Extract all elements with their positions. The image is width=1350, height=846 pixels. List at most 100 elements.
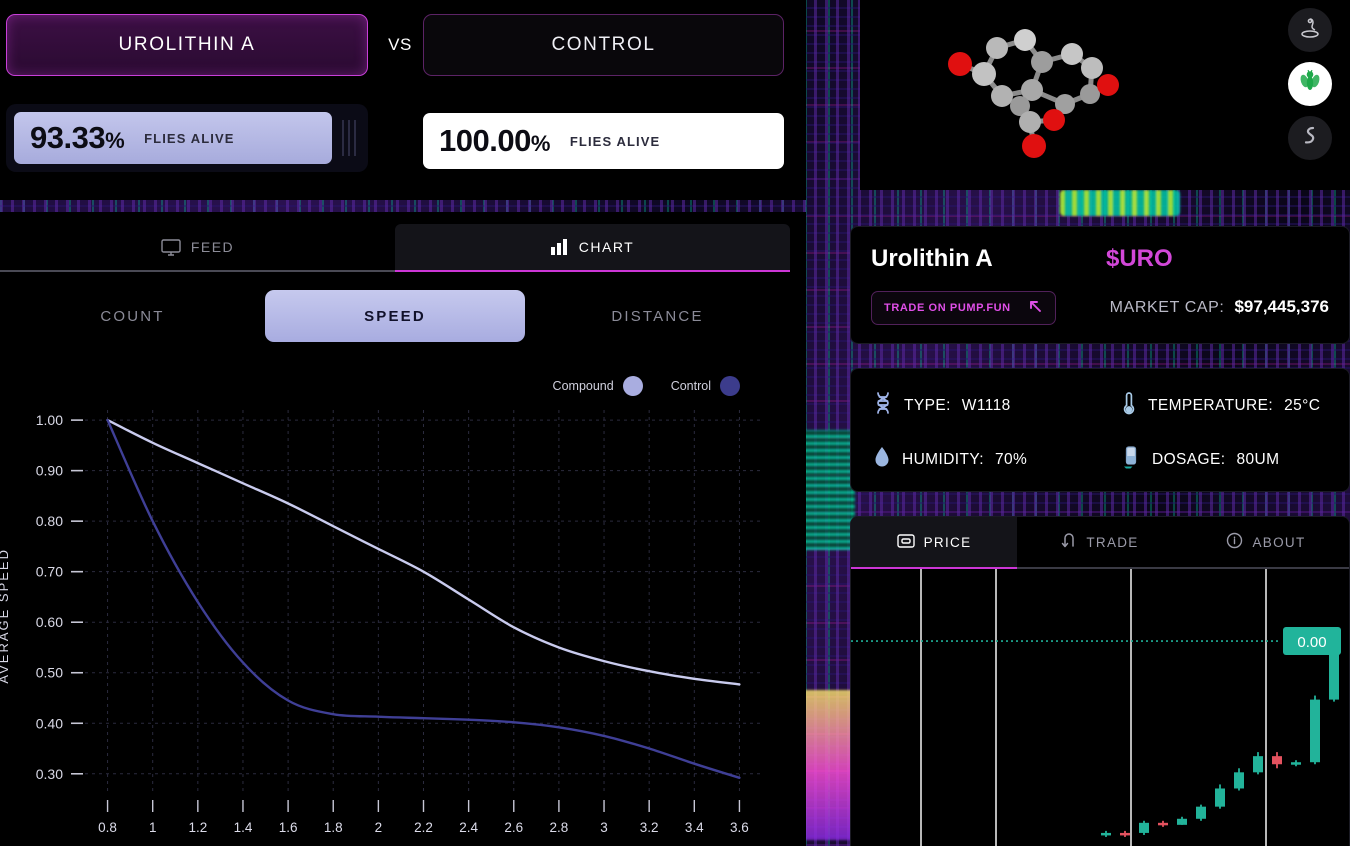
control-survival-card: 100.00% FLIES ALIVE (423, 104, 784, 172)
water-drop-icon (873, 445, 891, 474)
svg-text:2.4: 2.4 (459, 820, 478, 835)
control-survival-caption: FLIES ALIVE (570, 134, 660, 149)
urolithin-a-molecule-3d (922, 10, 1182, 180)
svg-text:2.2: 2.2 (414, 820, 433, 835)
market-cap-value: $97,445,376 (1234, 297, 1329, 317)
species-mouse-button[interactable] (1288, 8, 1332, 52)
line-chart-svg: 1.00 0.90 0.80 0.70 0.60 0.50 0.40 0.30 0.8 1 1.2 1… (0, 398, 790, 846)
svg-text:0.00: 0.00 (1297, 634, 1326, 651)
survival-stats-row: 93.33% FLIES ALIVE 100.00% FLIES ALIVE (6, 104, 796, 176)
legend-item-compound: Compound (553, 376, 643, 396)
info-circle-icon (1226, 532, 1243, 552)
view-tab-bar: FEED CHART (0, 224, 790, 272)
tab-feed[interactable]: FEED (0, 224, 395, 272)
compound-chip[interactable]: UROLITHIN A (6, 14, 368, 76)
species-worm-button[interactable] (1288, 116, 1332, 160)
monitor-icon (161, 239, 181, 256)
svg-text:0.50: 0.50 (36, 665, 63, 681)
trade-on-pumpfun-label: TRADE ON PUMP.FUN (884, 302, 1011, 314)
legend-label-compound: Compound (553, 379, 614, 393)
svg-text:2.6: 2.6 (504, 820, 523, 835)
legend-label-control: Control (671, 379, 711, 393)
param-temperature-value: 25°C (1284, 397, 1320, 415)
svg-text:0.70: 0.70 (36, 564, 63, 580)
tab-trade[interactable]: TRADE (1017, 517, 1183, 569)
svg-text:1: 1 (149, 820, 157, 835)
svg-text:3.6: 3.6 (730, 820, 749, 835)
market-cap-row: MARKET CAP: $97,445,376 (1110, 297, 1329, 317)
arrow-up-left-icon (1027, 298, 1043, 319)
param-dosage-value: 80UM (1236, 451, 1279, 469)
tab-about[interactable]: ABOUT (1183, 517, 1349, 569)
svg-text:0.90: 0.90 (36, 463, 63, 479)
tab-price-label: PRICE (924, 535, 972, 550)
tab-price[interactable]: PRICE (851, 517, 1017, 569)
svg-text:1.6: 1.6 (279, 820, 298, 835)
svg-text:0.30: 0.30 (36, 766, 63, 782)
price-tab-bar: PRICE TRADE ABOUT (851, 517, 1349, 569)
tab-about-label: ABOUT (1252, 535, 1305, 550)
vs-label: VS (381, 14, 419, 76)
svg-text:2.8: 2.8 (550, 820, 569, 835)
control-progress-fill: 100.00% FLIES ALIVE (423, 113, 784, 169)
fly-icon (1297, 69, 1323, 100)
thermometer-icon (1121, 391, 1137, 420)
svg-text:1.8: 1.8 (324, 820, 343, 835)
species-fly-button[interactable] (1288, 62, 1332, 106)
param-humidity-key: HUMIDITY: (902, 451, 984, 469)
token-ticker: $URO (1106, 245, 1173, 273)
comparison-header: UROLITHIN A VS CONTROL (6, 14, 796, 78)
compound-survival-card: 93.33% FLIES ALIVE (6, 104, 368, 172)
chart-screen-icon (897, 533, 915, 552)
compound-survival-value: 93.33% (30, 120, 124, 156)
param-dosage: DOSAGE: 80UM (1121, 445, 1279, 474)
bar-chart-icon (551, 239, 569, 255)
svg-text:1.2: 1.2 (188, 820, 207, 835)
legend-swatch-control (720, 376, 740, 396)
candlestick-chart[interactable]: 0.00 (851, 569, 1350, 846)
param-temperature: TEMPERATURE: 25°C (1121, 391, 1320, 420)
metric-distance[interactable]: DISTANCE (525, 290, 790, 342)
test-tube-icon (1121, 445, 1141, 474)
svg-text:3.2: 3.2 (640, 820, 659, 835)
svg-text:0.8: 0.8 (98, 820, 117, 835)
control-chip[interactable]: CONTROL (423, 14, 784, 76)
control-chip-label: CONTROL (551, 34, 655, 56)
texture-accent-green (800, 430, 855, 550)
svg-text:1.4: 1.4 (234, 820, 253, 835)
param-type-value: W1118 (962, 397, 1011, 415)
token-info-card: Urolithin A $URO TRADE ON PUMP.FUN MARKE… (850, 226, 1350, 344)
tab-chart[interactable]: CHART (395, 224, 790, 272)
svg-text:3: 3 (600, 820, 608, 835)
compound-survival-caption: FLIES ALIVE (144, 131, 234, 146)
tab-feed-label: FEED (191, 239, 234, 255)
tab-trade-label: TRADE (1086, 535, 1138, 550)
svg-text:0.80: 0.80 (36, 513, 63, 529)
svg-text:2: 2 (375, 820, 383, 835)
metric-count[interactable]: COUNT (0, 290, 265, 342)
worm-icon (1298, 124, 1322, 153)
legend-swatch-compound (623, 376, 643, 396)
svg-text:0.40: 0.40 (36, 715, 63, 731)
svg-text:0.60: 0.60 (36, 614, 63, 630)
market-cap-label: MARKET CAP: (1110, 299, 1225, 317)
svg-text:3.4: 3.4 (685, 820, 704, 835)
trade-on-pumpfun-button[interactable]: TRADE ON PUMP.FUN (871, 291, 1056, 325)
mouse-icon (1298, 16, 1322, 45)
swap-arrow-icon (1061, 532, 1077, 553)
molecule-viewer[interactable] (862, 0, 1350, 190)
token-name: Urolithin A (871, 245, 993, 273)
param-humidity-value: 70% (995, 451, 1027, 469)
param-temperature-key: TEMPERATURE: (1148, 397, 1273, 415)
param-type-key: TYPE: (904, 397, 951, 415)
svg-text:1.00: 1.00 (36, 412, 63, 428)
param-humidity: HUMIDITY: 70% (873, 445, 1027, 474)
chart-legend: Compound Control (0, 374, 778, 398)
dna-icon (873, 391, 893, 420)
param-dosage-key: DOSAGE: (1152, 451, 1225, 469)
compound-progress-remainder (342, 120, 356, 156)
experiment-parameters-card: TYPE: W1118 TEMPERATURE: 25°C HUMIDITY: … (850, 368, 1350, 492)
compound-chip-label: UROLITHIN A (119, 34, 256, 56)
price-panel: PRICE TRADE ABOUT 0.00 (850, 516, 1350, 846)
metric-speed[interactable]: SPEED (265, 290, 525, 342)
